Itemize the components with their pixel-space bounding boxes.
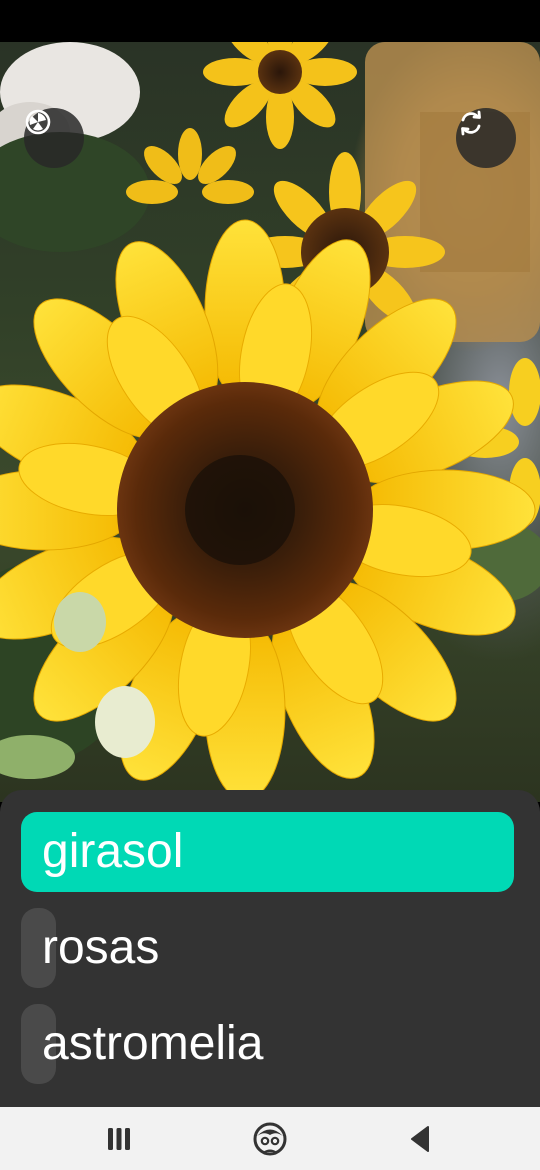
app-screen: girasol rosas astromelia (0, 0, 540, 1170)
navigation-bar (0, 1107, 540, 1170)
home-assistant-icon (253, 1122, 287, 1156)
gallery-button[interactable] (24, 108, 84, 168)
status-bar (0, 0, 540, 42)
camera-preview (0, 42, 540, 802)
result-label: girasol (42, 825, 184, 878)
back-icon (411, 1126, 429, 1152)
sunflower-photo (0, 42, 540, 801)
result-label: rosas (42, 921, 160, 974)
result-row-astromelia: astromelia (21, 1004, 514, 1084)
result-row-rosas: rosas (21, 908, 514, 988)
switch-camera-button[interactable] (456, 108, 516, 168)
home-button[interactable] (250, 1119, 290, 1159)
back-button[interactable] (400, 1119, 440, 1159)
recent-apps-icon (108, 1128, 130, 1150)
switch-camera-icon (461, 110, 481, 136)
gallery-lens-icon (25, 109, 51, 135)
result-row-girasol: girasol (21, 812, 514, 892)
results-panel: girasol rosas astromelia (0, 790, 540, 1108)
result-label: astromelia (42, 1017, 264, 1070)
recent-apps-button[interactable] (99, 1119, 139, 1159)
